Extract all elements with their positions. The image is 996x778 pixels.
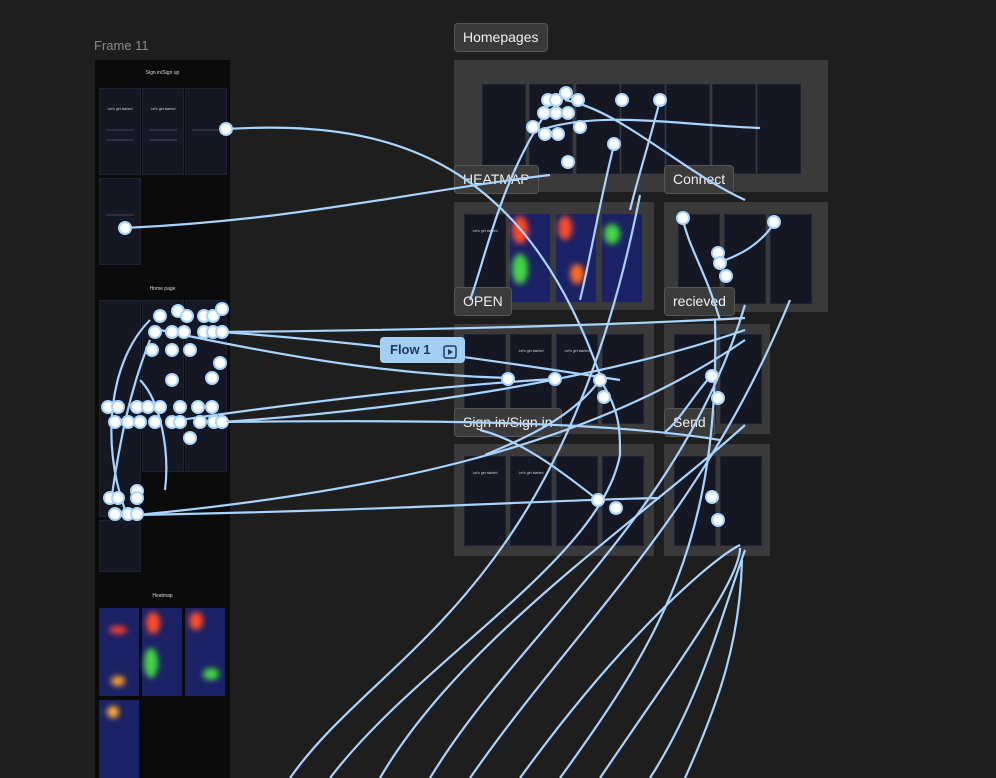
flow-label: Flow 1 xyxy=(390,342,431,357)
screen-thumbnail[interactable]: Let's get started xyxy=(556,334,598,424)
open-tag[interactable]: OPEN xyxy=(454,287,512,316)
screen-thumbnail[interactable] xyxy=(99,178,141,265)
heatmap-title: Heatmap xyxy=(152,593,173,599)
screen-thumbnail[interactable]: Let's get started xyxy=(99,88,141,175)
send-section[interactable] xyxy=(664,444,770,556)
screen-thumbnail[interactable] xyxy=(770,214,812,304)
homepages-tag[interactable]: Homepages xyxy=(454,23,548,52)
screen-thumbnail[interactable] xyxy=(712,84,756,174)
frame-label[interactable]: Frame 11 xyxy=(94,38,149,53)
signin-title: Sign in/Sign up xyxy=(145,70,180,76)
screen-thumbnail[interactable] xyxy=(142,300,184,472)
heatmap-thumbnail[interactable] xyxy=(99,700,139,778)
homepage-title: Home page xyxy=(149,286,176,292)
screen-thumbnail[interactable] xyxy=(757,84,801,174)
heatmap-thumbnail[interactable] xyxy=(556,214,596,302)
connect-tag[interactable]: Connect xyxy=(664,165,735,194)
screen-thumbnail[interactable] xyxy=(99,300,141,517)
signin-section[interactable]: Let's get started Let's get started xyxy=(454,444,654,556)
screen-thumbnail[interactable]: Let's get started xyxy=(464,456,506,546)
recieved-tag[interactable]: recieved xyxy=(664,287,735,316)
heatmap-thumbnail[interactable] xyxy=(510,214,550,302)
heatmap-tag[interactable]: HEATMAP xyxy=(454,165,539,194)
screen-thumbnail[interactable] xyxy=(482,84,526,174)
heatmap-thumbnail[interactable] xyxy=(185,608,225,696)
screen-thumbnail[interactable] xyxy=(185,300,227,472)
play-icon[interactable] xyxy=(443,342,457,359)
flow-badge[interactable]: Flow 1 xyxy=(380,337,465,363)
screen-thumbnail[interactable] xyxy=(185,88,227,175)
screen-thumbnail[interactable] xyxy=(556,456,598,546)
screen-thumbnail[interactable] xyxy=(529,84,573,174)
screen-thumbnail[interactable] xyxy=(720,456,762,546)
screen-thumbnail[interactable] xyxy=(621,84,665,174)
frame-11[interactable]: Sign in/Sign up Let's get started Let's … xyxy=(95,60,230,778)
screen-thumbnail[interactable] xyxy=(99,520,141,572)
signin-tag[interactable]: Sign in/Sign in xyxy=(454,408,562,437)
screen-thumbnail[interactable] xyxy=(720,334,762,424)
screen-thumbnail[interactable] xyxy=(576,84,620,174)
screen-thumbnail[interactable]: Let's get started xyxy=(510,456,552,546)
heatmap-thumbnail[interactable] xyxy=(602,214,642,302)
screen-thumbnail[interactable] xyxy=(666,84,710,174)
screen-thumbnail[interactable] xyxy=(674,456,716,546)
heatmap-thumbnail[interactable] xyxy=(99,608,139,696)
heatmap-thumbnail[interactable] xyxy=(142,608,182,696)
screen-thumbnail[interactable] xyxy=(602,456,644,546)
screen-thumbnail[interactable] xyxy=(602,334,644,424)
screen-thumbnail[interactable]: Let's get started xyxy=(142,88,184,175)
send-tag[interactable]: Send xyxy=(664,408,715,437)
